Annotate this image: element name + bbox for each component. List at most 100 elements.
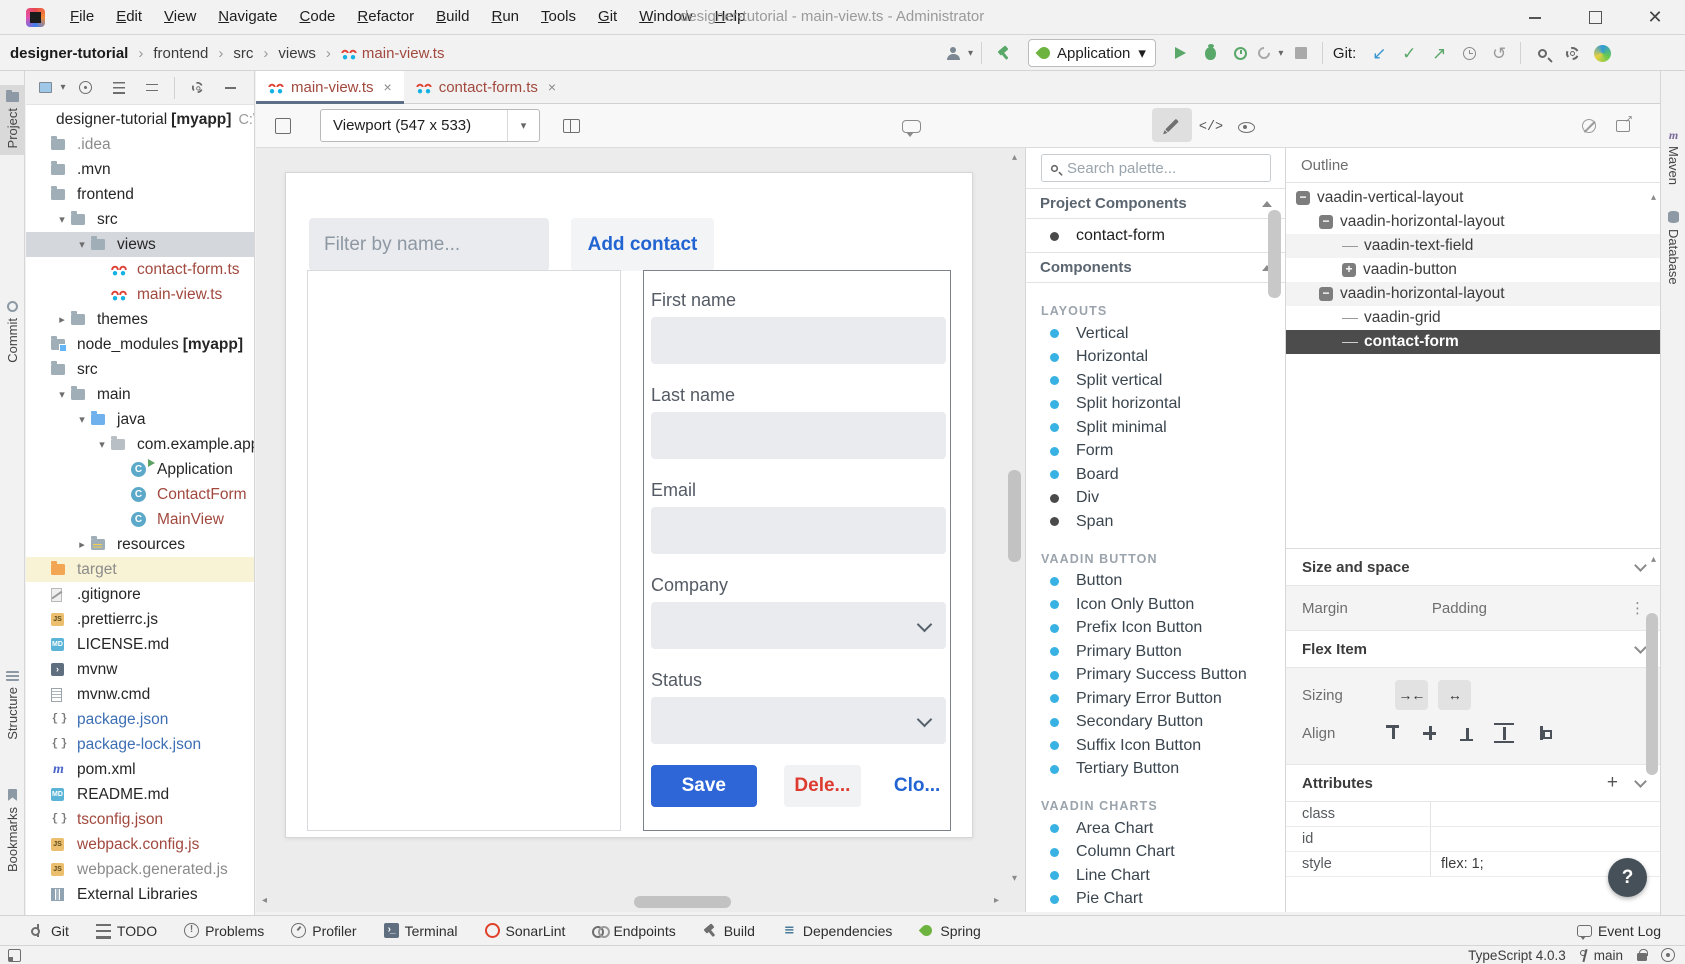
tree-chevron-icon[interactable] [53,213,71,226]
palette-item[interactable]: Primary Error Button [1026,687,1285,711]
palette-item[interactable]: Vertical [1026,322,1285,346]
tool-stripe-project[interactable]: Project [0,85,25,155]
palette-item[interactable]: Primary Button [1026,640,1285,664]
tool-window-button[interactable]: Endpoints [592,923,675,939]
palette-search-input[interactable]: Search palette... [1041,154,1271,182]
tree-row[interactable]: webpack.config.js [26,832,254,857]
outline-node[interactable]: vaadin-horizontal-layout [1286,282,1660,306]
tree-row[interactable]: mvnw.cmd [26,682,254,707]
sizing-icon[interactable]: ↔ [1438,680,1471,710]
tree-row[interactable]: node_modules [myapp] [26,332,254,357]
scroll-left-icon[interactable]: ◂ [262,895,267,906]
menu-item[interactable]: Code [289,8,347,25]
disable-overlay-icon[interactable] [1574,113,1604,139]
tree-row[interactable]: java [26,407,254,432]
tree-row[interactable]: main [26,382,254,407]
breadcrumb-item[interactable]: src [208,45,253,62]
coverage-icon[interactable]: ▾ [1256,40,1286,66]
view-selector-icon[interactable]: ▾ [36,75,69,101]
comment-icon[interactable] [896,113,926,139]
flex-item-header[interactable]: Flex Item [1286,631,1660,668]
menu-item[interactable]: Build [425,8,480,25]
tool-window-button[interactable]: Terminal [384,923,458,939]
run-configuration-select[interactable]: Application ▾ [1028,39,1156,67]
tree-row[interactable]: MainView [26,507,254,532]
tool-stripe-structure[interactable]: Structure [0,671,25,740]
palette-item[interactable]: Div [1026,487,1285,511]
add-contact-button[interactable]: Add contact [571,218,714,271]
tree-row[interactable]: ContactForm [26,482,254,507]
tree-row[interactable]: LICENSE.md [26,632,254,657]
locate-file-icon[interactable] [69,75,102,101]
palette-item[interactable]: Line Chart [1026,864,1285,888]
tool-stripe-bookmarks[interactable]: Bookmarks [0,789,25,872]
tool-window-button[interactable]: Profiler [291,923,356,939]
tool-stripe-maven[interactable]: mMaven [1661,129,1685,185]
palette-item[interactable]: VAADIN CHARTS [1026,795,1285,817]
search-everywhere-icon[interactable] [1527,40,1557,66]
chevron-down-icon[interactable] [1634,641,1647,654]
palette-project-component[interactable]: contact-form [1026,220,1285,252]
preview-eye-icon[interactable] [1231,114,1261,140]
align-icon[interactable] [1420,723,1440,743]
palette-item[interactable]: Split vertical [1026,369,1285,393]
align-icon[interactable] [1457,723,1477,743]
settings-gear-icon[interactable] [1557,40,1587,66]
canvas-vertical-scrollbar-thumb[interactable] [1008,470,1021,562]
rollback-icon[interactable]: ↺ [1484,40,1514,66]
canvas-horizontal-scrollbar-thumb[interactable] [634,896,731,908]
split-view-icon[interactable] [556,113,586,139]
contacts-grid[interactable] [307,270,621,831]
chevron-down-icon[interactable] [1634,559,1647,572]
tree-row[interactable]: com.example.applica [26,432,254,457]
debug-button[interactable] [1196,40,1226,66]
tool-window-button[interactable]: SonarLint [485,923,566,939]
tree-row[interactable]: External Libraries [26,882,254,907]
attribute-row[interactable]: style flex: 1; [1286,852,1660,877]
git-branch-widget[interactable]: main [1580,948,1623,963]
profiler-run-icon[interactable] [1226,40,1256,66]
menu-item[interactable]: Navigate [207,8,288,25]
tree-row[interactable]: main-view.ts [26,282,254,307]
palette-item[interactable]: Pie Chart [1026,888,1285,912]
tree-row[interactable]: designer-tutorial [myapp] C:\dev\ [26,107,254,132]
tree-row[interactable]: resources [26,532,254,557]
tree-row[interactable]: README.md [26,782,254,807]
expander-icon[interactable] [1342,263,1356,277]
tree-chevron-icon[interactable] [53,313,71,326]
outline-node[interactable]: vaadin-button [1286,258,1660,282]
git-update-icon[interactable]: ↙ [1364,40,1394,66]
scroll-right-icon[interactable]: ▸ [994,895,999,906]
align-icon[interactable] [1531,723,1551,743]
toggle-tool-windows-icon[interactable] [8,949,21,962]
align-icon[interactable] [1494,723,1514,743]
align-icon[interactable] [1383,723,1403,743]
tool-window-button[interactable]: Git [30,923,69,939]
tree-chevron-icon[interactable] [93,438,111,451]
field-input[interactable] [651,697,946,744]
palette-item[interactable]: Suffix Icon Button [1026,734,1285,758]
tree-row[interactable]: .mvn [26,157,254,182]
minimize-icon[interactable] [1505,0,1565,35]
code-view-icon[interactable]: </> [1196,114,1226,140]
event-log-button[interactable]: Event Log [1577,923,1661,939]
lock-icon[interactable] [1637,953,1647,961]
help-button[interactable]: ? [1608,858,1647,897]
expander-icon[interactable] [1296,191,1310,205]
form-button[interactable]: Save [651,765,757,807]
palette-item[interactable]: Primary Success Button [1026,664,1285,688]
field-input[interactable] [651,317,946,364]
indexing-status-icon[interactable] [1661,948,1675,962]
field-input[interactable] [651,602,946,649]
palette-item[interactable]: Horizontal [1026,346,1285,370]
palette-item[interactable]: Secondary Button [1026,711,1285,735]
outline-node[interactable]: vaadin-vertical-layout [1286,186,1660,210]
maximize-icon[interactable] [1565,0,1625,35]
expand-all-icon[interactable] [102,75,135,101]
hide-panel-icon[interactable] [214,75,247,101]
tree-row[interactable]: webpack.generated.js [26,857,254,882]
tree-row[interactable]: package.json [26,707,254,732]
ide-feature-icon[interactable] [1587,40,1617,66]
tree-row[interactable]: src [26,357,254,382]
tree-row[interactable]: .idea [26,132,254,157]
